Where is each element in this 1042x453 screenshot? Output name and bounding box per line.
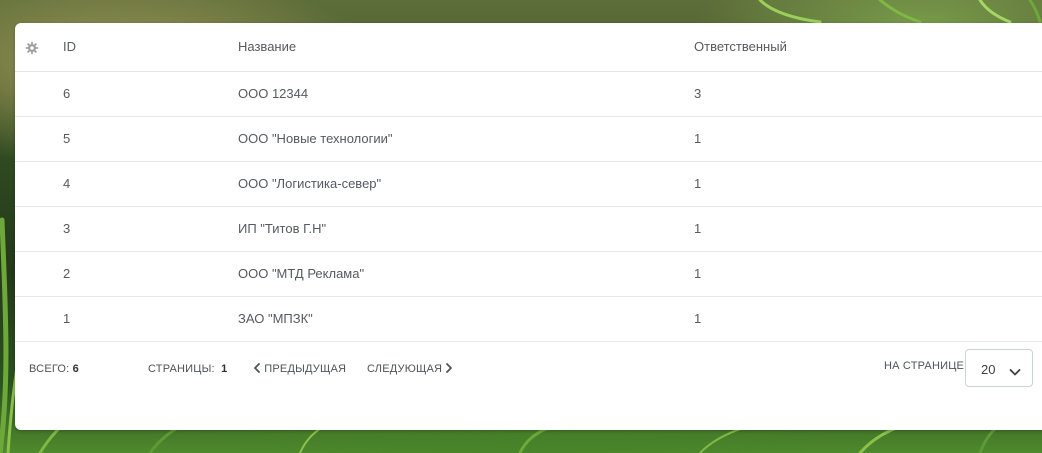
next-page-button[interactable]: СЛЕДУЮЩАЯ bbox=[367, 363, 453, 375]
settings-header-cell bbox=[15, 23, 63, 71]
companies-table: ID Название Ответственный 6 ООО 12344 3 … bbox=[15, 23, 1042, 342]
prev-page-button[interactable]: ПРЕДЫДУЩАЯ bbox=[253, 363, 346, 375]
chevron-down-icon bbox=[1009, 364, 1021, 376]
next-page-label: СЛЕДУЮЩАЯ bbox=[367, 363, 443, 375]
table-header-row: ID Название Ответственный bbox=[15, 23, 1042, 71]
prev-page-label: ПРЕДЫДУЩАЯ bbox=[264, 363, 347, 375]
cell-name: ООО 12344 bbox=[238, 86, 309, 101]
row-spacer-cell bbox=[15, 116, 63, 161]
cell-owner: 1 bbox=[694, 221, 702, 236]
row-spacer-cell bbox=[15, 71, 63, 116]
cell-id: 4 bbox=[63, 176, 71, 191]
table-row[interactable]: 3 ИП "Титов Г.Н" 1 bbox=[15, 206, 1042, 251]
cell-owner: 3 bbox=[694, 86, 702, 101]
row-spacer-cell bbox=[15, 161, 63, 206]
cell-name: ООО "МТД Реклама" bbox=[238, 266, 365, 281]
cell-id: 6 bbox=[63, 86, 71, 101]
cell-name: ООО "Логистика-север" bbox=[238, 176, 382, 191]
per-page-select[interactable]: 20 bbox=[965, 349, 1033, 387]
per-page-label: НА СТРАНИЦЕ: bbox=[884, 360, 968, 372]
row-spacer-cell bbox=[15, 206, 63, 251]
cell-id: 1 bbox=[63, 311, 71, 326]
table-row[interactable]: 4 ООО "Логистика-север" 1 bbox=[15, 161, 1042, 206]
table-row[interactable]: 6 ООО 12344 3 bbox=[15, 71, 1042, 116]
companies-table-panel: ID Название Ответственный 6 ООО 12344 3 … bbox=[15, 23, 1042, 430]
gear-icon[interactable] bbox=[25, 41, 39, 55]
pages-value[interactable]: 1 bbox=[221, 363, 227, 375]
table-row[interactable]: 2 ООО "МТД Реклама" 1 bbox=[15, 251, 1042, 296]
column-header-name[interactable]: Название bbox=[238, 23, 694, 71]
total-label: ВСЕГО: bbox=[29, 363, 70, 375]
column-header-id[interactable]: ID bbox=[63, 23, 238, 71]
cell-owner: 1 bbox=[694, 176, 702, 191]
row-spacer-cell bbox=[15, 251, 63, 296]
pages-label: СТРАНИЦЫ: bbox=[148, 363, 215, 375]
cell-owner: 1 bbox=[694, 131, 702, 146]
column-header-owner[interactable]: Ответственный bbox=[694, 23, 1042, 71]
cell-owner: 1 bbox=[694, 311, 702, 326]
chevron-left-icon bbox=[253, 363, 261, 373]
total-count: ВСЕГО: 6 bbox=[29, 363, 79, 375]
cell-id: 3 bbox=[63, 221, 71, 236]
table-row[interactable]: 1 ЗАО "МПЗК" 1 bbox=[15, 296, 1042, 341]
chevron-right-icon bbox=[445, 363, 453, 373]
cell-name: ООО "Новые технологии" bbox=[238, 131, 393, 146]
table-row[interactable]: 5 ООО "Новые технологии" 1 bbox=[15, 116, 1042, 161]
cell-id: 5 bbox=[63, 131, 71, 146]
cell-owner: 1 bbox=[694, 266, 702, 281]
cell-id: 2 bbox=[63, 266, 71, 281]
total-value: 6 bbox=[72, 363, 79, 375]
per-page-value: 20 bbox=[981, 362, 996, 377]
cell-name: ЗАО "МПЗК" bbox=[238, 311, 313, 326]
pagination-footer: ВСЕГО: 6 СТРАНИЦЫ: 1 ПРЕДЫДУЩАЯ СЛЕДУЮЩА… bbox=[15, 349, 1042, 389]
cell-name: ИП "Титов Г.Н" bbox=[238, 221, 327, 236]
pages-info: СТРАНИЦЫ: 1 bbox=[148, 363, 227, 375]
row-spacer-cell bbox=[15, 296, 63, 341]
